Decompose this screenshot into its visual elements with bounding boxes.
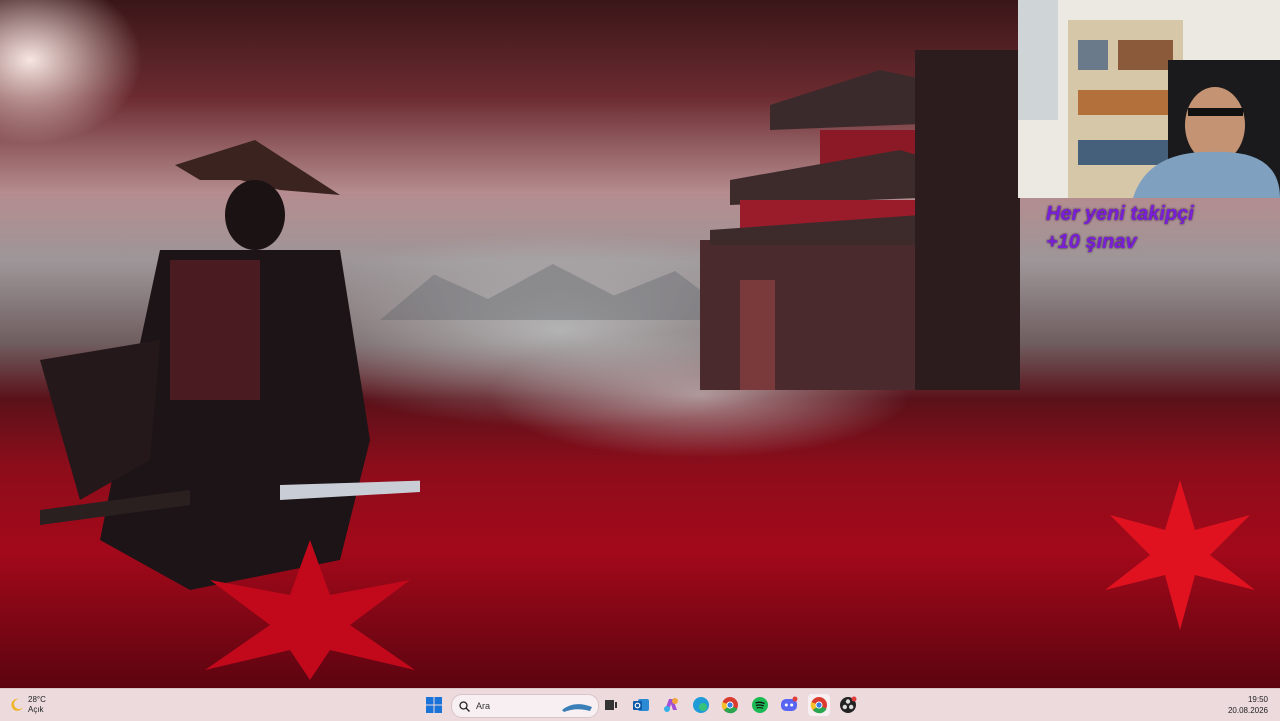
clock-time: 19:50: [1247, 695, 1268, 704]
wallpaper-castle: [700, 50, 1020, 390]
wallpaper-maple-leaf: [1105, 480, 1255, 630]
taskbar-app-spotify[interactable]: [750, 695, 770, 715]
overlay-line-1: Her yeni takipçi: [1046, 203, 1194, 225]
windows-start-icon: [426, 697, 442, 713]
chrome-active-icon: [810, 697, 827, 714]
obs-icon: [840, 696, 857, 713]
search-highlight-icon: [562, 704, 592, 712]
spotify-icon: [752, 697, 768, 713]
taskbar-app-task-view[interactable]: [601, 695, 621, 715]
wallpaper-mountains: [380, 264, 740, 320]
taskbar-search[interactable]: Ara: [451, 694, 599, 718]
search-icon: [459, 700, 470, 712]
taskbar-app-copilot[interactable]: [661, 695, 681, 715]
taskbar-app-edge[interactable]: [691, 695, 711, 715]
start-button[interactable]: [424, 695, 444, 715]
task-view-icon: [605, 700, 617, 710]
outlook-icon: [633, 699, 649, 711]
webcam-feed: [1018, 0, 1280, 198]
taskbar-app-chrome[interactable]: [720, 695, 740, 715]
taskbar-app-chrome-active[interactable]: [808, 694, 830, 716]
copilot-icon: [664, 698, 678, 712]
weather-condition: Açık: [28, 705, 44, 714]
taskbar-clock[interactable]: 19:50 20.08.2026: [1208, 694, 1268, 716]
taskbar-app-obs[interactable]: [838, 695, 858, 715]
weather-temperature: 28°C: [28, 695, 46, 704]
taskbar: 28°C Açık Ara 19:50 20.08.2026: [0, 688, 1280, 721]
clock-date: 20.08.2026: [1227, 706, 1268, 715]
moon-icon: [11, 698, 23, 711]
edge-icon: [693, 697, 709, 713]
search-placeholder: Ara: [476, 701, 491, 711]
discord-icon: [781, 696, 798, 711]
desktop-wallpaper: Her yeni takipçi +10 şınav: [0, 0, 1280, 688]
chrome-icon: [721, 697, 738, 714]
taskbar-app-discord[interactable]: [779, 695, 799, 715]
follower-challenge-overlay: Her yeni takipçi +10 şınav: [1046, 200, 1276, 256]
wallpaper-maple-leaf-front: [205, 540, 415, 680]
weather-widget[interactable]: 28°C Açık: [10, 693, 80, 717]
overlay-line-2: +10 şınav: [1046, 231, 1137, 253]
webcam-overlay: [1018, 0, 1280, 198]
taskbar-app-outlook[interactable]: [631, 695, 651, 715]
